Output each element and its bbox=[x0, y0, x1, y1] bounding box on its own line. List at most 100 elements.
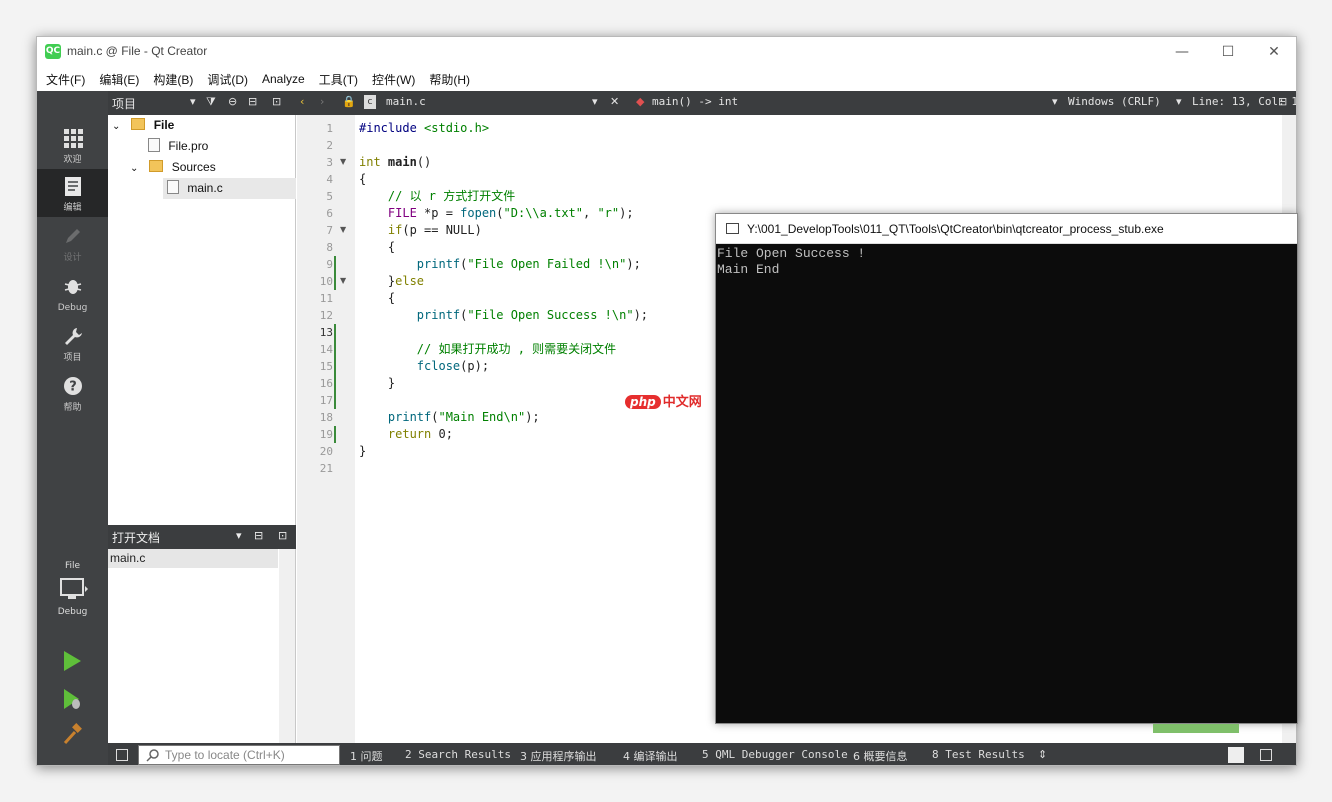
tree-item-sources[interactable]: ⌄ Sources bbox=[108, 157, 296, 178]
filter-icon[interactable]: ⧩ bbox=[206, 95, 216, 109]
panel-view-dropdown[interactable]: ▾ bbox=[190, 95, 196, 108]
editor-toolbar: 项目 ▾ ⧩ ⊖ ⊟ ⊡ ‹ › 🔒 c main.c ▾ ✕ ◆ main()… bbox=[108, 91, 1296, 115]
lock-icon: 🔒 bbox=[342, 95, 356, 108]
window-title: main.c @ File - Qt Creator bbox=[67, 44, 208, 58]
c-file-icon bbox=[167, 180, 179, 194]
chevron-down-icon[interactable]: ⌄ bbox=[112, 116, 128, 137]
position-dropdown-arrow[interactable]: ▾ bbox=[1176, 95, 1182, 108]
mode-help[interactable]: ? 帮助 bbox=[37, 369, 108, 417]
run-icon[interactable] bbox=[61, 649, 83, 673]
debug-run-icon[interactable] bbox=[61, 687, 83, 711]
line-number: 11 bbox=[319, 292, 333, 305]
open-documents-list: main.c bbox=[108, 549, 296, 743]
link-icon[interactable]: ⊖ bbox=[228, 95, 237, 108]
chevron-down-icon[interactable]: ⌄ bbox=[130, 158, 146, 179]
mode-design-label: 设计 bbox=[63, 253, 82, 263]
pane-application-output[interactable]: 3 应用程序输出 bbox=[520, 748, 597, 764]
sources-folder-icon bbox=[149, 160, 164, 172]
tree-item-pro-file[interactable]: File.pro bbox=[108, 136, 296, 157]
pane-issues[interactable]: 1 问题 bbox=[350, 748, 383, 764]
menu-edit[interactable]: 编辑(E) bbox=[92, 71, 146, 88]
pane-general-messages[interactable]: 6 概要信息 bbox=[853, 748, 908, 764]
close-panel-icon[interactable]: ⊡ bbox=[278, 529, 287, 542]
mode-edit[interactable]: 编辑 bbox=[37, 169, 108, 217]
pro-file-icon bbox=[148, 138, 160, 152]
line-number: 6 bbox=[326, 207, 333, 220]
kit-selector[interactable]: File Debug bbox=[37, 561, 108, 617]
menu-tools[interactable]: 工具(T) bbox=[312, 71, 365, 88]
project-tree: ⌄ File File.pro ⌄ Sources main.c bbox=[108, 115, 296, 525]
line-number: 20 bbox=[319, 445, 333, 458]
console-output-line: File Open Success ! bbox=[717, 246, 866, 261]
line-number: 12 bbox=[319, 309, 333, 322]
line-number: 21 bbox=[319, 462, 333, 475]
code-line: if(p == NULL) bbox=[359, 223, 482, 237]
split-icon[interactable]: ⊟ bbox=[248, 95, 257, 108]
pane-compile-output[interactable]: 4 编译输出 bbox=[623, 748, 678, 764]
split-icon[interactable]: ⊟ bbox=[254, 529, 263, 542]
file-dropdown-arrow[interactable]: ▾ bbox=[592, 95, 598, 108]
mode-design[interactable]: 设计 bbox=[37, 219, 108, 267]
tree-item-main-c[interactable]: main.c bbox=[163, 178, 296, 199]
tree-item-project[interactable]: ⌄ File bbox=[108, 115, 296, 136]
line-number: 18 bbox=[319, 411, 333, 424]
pane-search-results[interactable]: 2 Search Results bbox=[405, 748, 511, 761]
close-file-icon[interactable]: ✕ bbox=[610, 95, 619, 108]
split-editor-icon[interactable]: ⊟ bbox=[1278, 95, 1287, 108]
maximize-button[interactable]: ☐ bbox=[1213, 41, 1243, 63]
right-sidebar-toggle-icon[interactable] bbox=[1260, 749, 1272, 761]
line-number: 8 bbox=[326, 241, 333, 254]
menu-widgets[interactable]: 控件(W) bbox=[365, 71, 422, 88]
code-line: } bbox=[359, 444, 367, 458]
watermark: php 中文网 bbox=[625, 391, 702, 410]
fold-arrow-icon[interactable]: ▼ bbox=[340, 225, 346, 234]
fold-arrow-icon[interactable]: ▼ bbox=[340, 157, 346, 166]
menu-analyze[interactable]: Analyze bbox=[255, 72, 312, 86]
code-line: // 以 r 方式打开文件 bbox=[359, 189, 516, 203]
line-number: 9 bbox=[326, 258, 333, 271]
line-number: 7 bbox=[326, 224, 333, 237]
build-hammer-icon[interactable] bbox=[61, 723, 83, 747]
line-number: 17 bbox=[319, 394, 333, 407]
docs-scrollbar[interactable] bbox=[279, 549, 295, 743]
menu-debug[interactable]: 调试(D) bbox=[200, 71, 255, 88]
locate-input[interactable]: Type to locate (Ctrl+K) bbox=[138, 745, 340, 765]
line-number: 1 bbox=[326, 122, 333, 135]
back-arrow-icon[interactable]: ‹ bbox=[300, 95, 304, 108]
mode-welcome[interactable]: 欢迎 bbox=[37, 121, 108, 169]
line-ending-dropdown-arrow[interactable]: ▾ bbox=[1052, 95, 1058, 108]
output-pane-toggle-icon[interactable] bbox=[1228, 747, 1244, 763]
code-line: fclose(p); bbox=[359, 359, 490, 373]
close-button[interactable]: ✕ bbox=[1259, 41, 1289, 63]
current-symbol[interactable]: main() -> int bbox=[652, 95, 738, 108]
console-title: Y:\001_DevelopTools\011_QT\Tools\QtCreat… bbox=[747, 222, 1164, 236]
pane-qml-console[interactable]: 5 QML Debugger Console bbox=[702, 748, 848, 761]
code-line: printf("Main End\n"); bbox=[359, 410, 540, 424]
mode-projects[interactable]: 项目 bbox=[37, 319, 108, 367]
kit-project-name: File bbox=[64, 561, 81, 571]
open-document-item[interactable]: main.c bbox=[108, 549, 278, 568]
code-line: printf("File Open Failed !\n"); bbox=[359, 257, 641, 271]
close-panel-icon[interactable]: ⊡ bbox=[272, 95, 281, 108]
current-file-name[interactable]: main.c bbox=[386, 95, 426, 108]
docs-dropdown-arrow[interactable]: ▾ bbox=[236, 529, 242, 542]
mode-debug[interactable]: Debug bbox=[37, 269, 108, 317]
toggle-sidebar-icon[interactable] bbox=[116, 749, 128, 761]
menu-build[interactable]: 构建(B) bbox=[146, 71, 200, 88]
console-window[interactable]: Y:\001_DevelopTools\011_QT\Tools\QtCreat… bbox=[715, 213, 1298, 724]
line-ending[interactable]: Windows (CRLF) bbox=[1068, 95, 1161, 108]
line-number: 2 bbox=[326, 139, 333, 152]
menu-help[interactable]: 帮助(H) bbox=[422, 71, 477, 88]
code-line: // 如果打开成功 , 则需要关闭文件 bbox=[359, 342, 617, 356]
console-output-line: Main End bbox=[717, 262, 780, 277]
pane-test-results[interactable]: 8 Test Results bbox=[932, 748, 1025, 761]
menu-file[interactable]: 文件(F) bbox=[39, 71, 92, 88]
qt-logo-icon: QC bbox=[45, 44, 61, 59]
more-panes-arrow-icon[interactable]: ⇕ bbox=[1038, 748, 1047, 761]
minimize-button[interactable]: — bbox=[1167, 41, 1197, 63]
forward-arrow-icon[interactable]: › bbox=[320, 95, 324, 108]
panel-title: 项目 bbox=[112, 97, 137, 111]
mode-debug-label: Debug bbox=[57, 303, 88, 313]
code-line: { bbox=[359, 291, 396, 305]
fold-arrow-icon[interactable]: ▼ bbox=[340, 276, 346, 285]
